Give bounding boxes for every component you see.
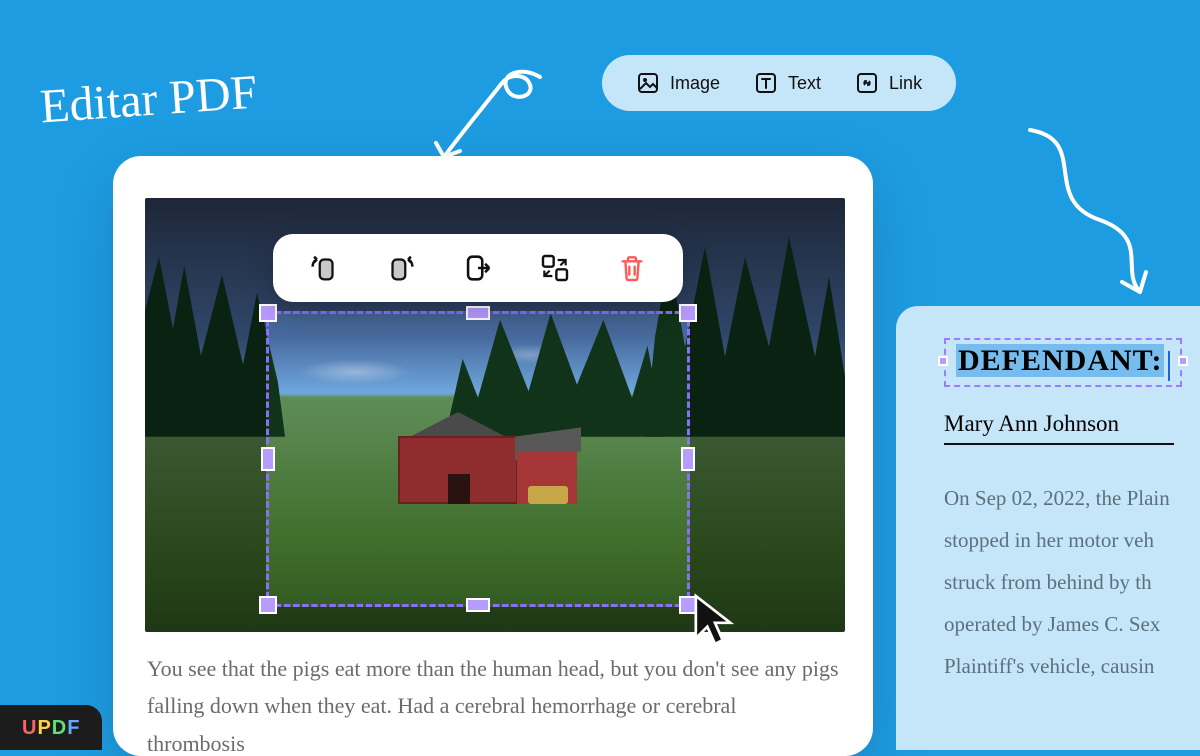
crop-handle-right[interactable] [681, 447, 695, 471]
edit-mode-toolbar: Image Text Link [602, 55, 956, 111]
text-icon [754, 71, 778, 95]
image-icon [636, 71, 660, 95]
cursor-icon [692, 591, 738, 647]
text-caret [1168, 351, 1170, 381]
image-crop-selection[interactable] [266, 311, 690, 607]
link-icon [855, 71, 879, 95]
rotate-right-icon [384, 251, 418, 285]
delete-image-button[interactable] [608, 244, 656, 292]
trash-icon [616, 252, 648, 284]
image-edit-toolbar [273, 234, 683, 302]
tool-text-label: Text [788, 73, 821, 94]
tool-link[interactable]: Link [841, 63, 936, 103]
text-selection-box[interactable]: DEFENDANT: [944, 338, 1182, 387]
rotate-left-button[interactable] [300, 244, 348, 292]
tool-image[interactable]: Image [622, 63, 734, 103]
crop-handle-bl[interactable] [259, 596, 277, 614]
document-image[interactable] [145, 198, 845, 632]
tool-text[interactable]: Text [740, 63, 835, 103]
rotate-right-button[interactable] [377, 244, 425, 292]
replace-image-button[interactable] [531, 244, 579, 292]
side-document-body[interactable]: On Sep 02, 2022, the Plain stopped in he… [944, 477, 1200, 687]
selected-text: DEFENDANT: [956, 344, 1164, 377]
text-handle-left[interactable] [938, 356, 948, 366]
crop-handle-tl[interactable] [259, 304, 277, 322]
document-body-text[interactable]: You see that the pigs eat more than the … [145, 650, 841, 756]
document-card: You see that the pigs eat more than the … [113, 156, 873, 756]
page-title: Editar PDF [38, 64, 259, 134]
extract-image-button[interactable] [454, 244, 502, 292]
defendant-name[interactable]: Mary Ann Johnson [944, 411, 1174, 445]
crop-handle-tr[interactable] [679, 304, 697, 322]
crop-handle-left[interactable] [261, 447, 275, 471]
tool-image-label: Image [670, 73, 720, 94]
side-document-card: DEFENDANT: Mary Ann Johnson On Sep 02, 2… [896, 306, 1200, 750]
arrow-decoration-right [1010, 120, 1180, 310]
text-handle-right[interactable] [1178, 356, 1188, 366]
replace-icon [539, 252, 571, 284]
extract-icon [461, 251, 495, 285]
rotate-left-icon [307, 251, 341, 285]
brand-badge: UPDF [0, 705, 102, 750]
tool-link-label: Link [889, 73, 922, 94]
crop-handle-top[interactable] [466, 306, 490, 320]
crop-handle-bottom[interactable] [466, 598, 490, 612]
